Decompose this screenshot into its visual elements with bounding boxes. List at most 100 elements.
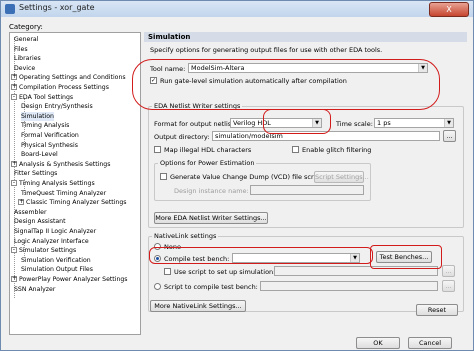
tree-item-label: Files [14, 45, 28, 53]
ok-button[interactable]: OK [356, 337, 400, 349]
settings-dialog: Settings - xor_gate X Category: General F… [0, 0, 474, 351]
tree-item[interactable]: Simulation Verification [21, 256, 91, 265]
nativelink-title: NativeLink settings [152, 232, 219, 240]
tree-item-label: SSN Analyzer [14, 285, 56, 293]
run-gate-level-checkbox[interactable]: ✓ [150, 77, 157, 84]
tree-item[interactable]: Design Assistant [14, 217, 66, 226]
tree-item[interactable]: Formal Verification [21, 131, 79, 140]
tree-item[interactable]: - EDA Tool Settings [11, 93, 73, 102]
tree-item[interactable]: Device [14, 64, 35, 73]
none-label: None [164, 243, 181, 251]
vcd-label: Generate Value Change Dump (VCD) file sc… [170, 173, 323, 181]
tree-item-label: General [14, 36, 39, 43]
use-script-label: Use script to set up simulation: [174, 268, 276, 276]
tree-item[interactable]: Physical Synthesis [21, 141, 78, 150]
browse-use-script-button[interactable]: ... [442, 265, 455, 277]
tree-item[interactable]: Design Entry/Synthesis [21, 102, 93, 111]
browse-output-dir-button[interactable]: ... [443, 130, 456, 142]
tree-item[interactable]: Timing Analysis [21, 121, 69, 130]
tree-item[interactable]: General [14, 35, 38, 44]
tree-item[interactable]: Fitter Settings [14, 169, 57, 178]
enable-glitch-checkbox[interactable] [292, 146, 299, 153]
time-scale-value: 1 ps [377, 119, 391, 127]
section-description: Specify options for generating output fi… [150, 46, 383, 54]
tree-item-label: PowerPlay Power Analyzer Settings [19, 276, 128, 283]
tree-item[interactable]: Board-Level [21, 150, 58, 159]
collapse-icon[interactable]: - [11, 180, 17, 186]
time-scale-select[interactable]: 1 ps ▼ [374, 118, 454, 128]
script-compile-radio[interactable] [154, 283, 161, 290]
compile-bench-select[interactable]: ▼ [232, 253, 360, 263]
tree-item[interactable]: Files [14, 45, 28, 54]
tree-item[interactable]: SSN Analyzer [14, 285, 55, 294]
collapse-icon[interactable]: - [11, 93, 17, 100]
expand-icon[interactable]: + [11, 276, 17, 282]
power-estimation-title: Options for Power Estimation [158, 159, 257, 167]
tree-item[interactable]: + PowerPlay Power Analyzer Settings [11, 275, 128, 284]
tree-item-label: Board-Level [21, 151, 58, 159]
tree-item[interactable]: - Timing Analysis Settings [11, 179, 95, 188]
more-netlist-settings-button[interactable]: More EDA Netlist Writer Settings... [154, 212, 268, 224]
chevron-down-icon[interactable]: ▼ [444, 119, 453, 127]
category-label: Category: [9, 23, 43, 31]
use-script-input[interactable] [274, 266, 438, 276]
tree-item[interactable]: Logic Analyzer Interface [14, 237, 89, 246]
reset-button[interactable]: Reset [416, 304, 458, 316]
script-compile-input[interactable] [260, 281, 438, 291]
tree-item-label: Simulation Verification [21, 256, 91, 264]
tree-item[interactable]: Simulation Output Files [21, 265, 93, 274]
tree-item[interactable]: - Simulator Settings [11, 246, 76, 255]
test-benches-button[interactable]: Test Benches... [376, 251, 432, 263]
compile-bench-radio[interactable] [154, 255, 161, 262]
tree-item-label: EDA Tool Settings [19, 93, 74, 101]
chevron-down-icon[interactable]: ▼ [312, 119, 321, 127]
category-tree[interactable]: General Files Libraries Device + Operating Se… [9, 32, 141, 335]
format-select[interactable]: Verilog HDL ▼ [230, 118, 322, 128]
none-radio[interactable] [154, 243, 161, 250]
tree-item-label: SignalTap II Logic Analyzer [14, 228, 97, 235]
expand-icon[interactable]: + [11, 160, 17, 167]
tree-item-label: Assembler [14, 208, 47, 216]
tree-item-label: Design Entry/Synthesis [21, 103, 93, 111]
tree-item[interactable]: SignalTap II Logic Analyzer [14, 227, 96, 236]
expand-icon[interactable]: + [11, 84, 17, 90]
tree-item-label: Design Assistant [14, 218, 66, 226]
run-gate-level-label: Run gate-level simulation automatically … [160, 77, 347, 85]
tree-item[interactable]: + Operating Settings and Conditions [11, 73, 126, 82]
output-dir-label: Output directory: [154, 133, 210, 141]
expand-icon[interactable]: + [18, 199, 24, 206]
tree-item-label: Timing Analysis Settings [19, 180, 95, 187]
tree-item-label: Timing Analysis [21, 122, 70, 130]
tree-item-label: Libraries [14, 55, 41, 63]
tree-item[interactable]: Simulation [21, 111, 54, 121]
chevron-down-icon[interactable]: ▼ [418, 64, 427, 72]
tool-name-select[interactable]: ModelSim-Altera ▼ [188, 63, 428, 73]
expand-icon[interactable]: + [11, 74, 17, 81]
tree-item-label: Simulator Settings [19, 247, 77, 255]
map-illegal-checkbox[interactable] [154, 146, 161, 153]
design-instance-input[interactable] [250, 185, 364, 195]
tree-item[interactable]: Libraries [14, 54, 41, 63]
script-settings-button[interactable]: Script Settings... [314, 171, 369, 183]
tree-item-label: Compilation Process Settings [19, 84, 109, 91]
chevron-down-icon[interactable]: ▼ [350, 254, 359, 262]
format-value: Verilog HDL [233, 119, 271, 127]
vcd-checkbox[interactable] [160, 173, 167, 180]
tree-item-label: TimeQuest Timing Analyzer [21, 189, 107, 197]
tree-item[interactable]: + Analysis & Synthesis Settings [11, 160, 110, 169]
collapse-icon[interactable]: - [11, 247, 17, 254]
more-nativelink-settings-button[interactable]: More NativeLink Settings... [150, 300, 246, 312]
script-compile-label: Script to compile test bench: [164, 283, 258, 291]
tree-item[interactable]: Assembler [14, 208, 47, 217]
tree-item-label: Device [14, 64, 36, 72]
tree-item[interactable]: + Compilation Process Settings [11, 83, 109, 92]
title-bar[interactable]: Settings - xor_gate X [1, 1, 473, 17]
use-script-checkbox[interactable] [164, 268, 171, 275]
browse-script-compile-button[interactable]: ... [442, 280, 455, 292]
tree-item[interactable]: + Classic Timing Analyzer Settings [18, 198, 127, 207]
cancel-button[interactable]: Cancel [408, 337, 452, 349]
tree-item-label: Analysis & Synthesis Settings [19, 160, 111, 168]
tree-item[interactable]: TimeQuest Timing Analyzer [21, 189, 106, 198]
output-dir-input[interactable]: simulation/modelsim [212, 131, 440, 141]
close-button[interactable]: X [429, 2, 469, 17]
